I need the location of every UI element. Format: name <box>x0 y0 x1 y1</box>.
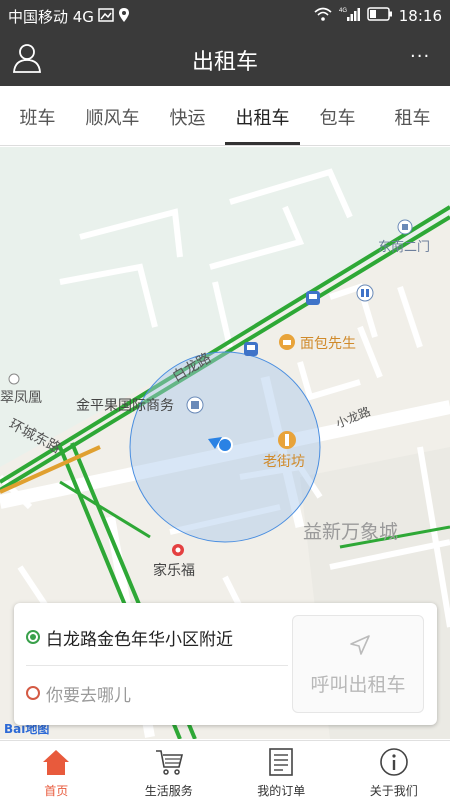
nav-about-us[interactable]: 关于我们 <box>338 741 450 800</box>
more-icon: ··· <box>410 46 431 67</box>
bottom-nav: 首页 生活服务 我的订单 关于我们 <box>0 740 450 800</box>
location-pin-icon <box>118 7 130 27</box>
call-taxi-label: 呼叫出租车 <box>310 674 406 696</box>
clock: 18:16 <box>398 7 442 25</box>
map-label-laojiefang: 老街坊 <box>263 453 305 469</box>
nav-home[interactable]: 首页 <box>0 741 113 800</box>
nav-home-label: 首页 <box>44 784 69 798</box>
tab-carpool[interactable]: 顺风车 <box>75 86 150 145</box>
page-title: 出租车 <box>191 50 258 75</box>
status-bar: 中国移动 4G 4G 18:16 <box>0 0 450 32</box>
office-icon <box>186 396 204 414</box>
map-label-jinpingguo: 金平果国际商务 <box>76 397 174 413</box>
wifi-icon <box>313 6 333 26</box>
nav-about-us-label: 关于我们 <box>369 784 418 798</box>
restaurant-icon <box>278 431 296 449</box>
gallery-icon <box>98 7 114 27</box>
map-label-mianbao: 面包先生 <box>300 335 356 351</box>
home-icon <box>40 746 72 778</box>
bakery-icon <box>279 334 295 350</box>
tab-shuttle[interactable]: 班车 <box>0 86 75 145</box>
supermarket-icon <box>172 544 184 556</box>
trip-card: 白龙路金色年华小区附近 你要去哪儿 呼叫出租车 <box>14 603 437 725</box>
destination-placeholder: 你要去哪儿 <box>46 685 131 706</box>
nav-my-orders-label: 我的订单 <box>257 784 306 798</box>
tab-rental[interactable]: 租车 <box>375 86 450 145</box>
tab-express[interactable]: 快运 <box>150 86 225 145</box>
more-button[interactable]: ··· <box>410 46 440 70</box>
send-arrow-icon <box>349 634 371 656</box>
gate-icon <box>397 219 413 235</box>
restroom-icon <box>356 284 374 302</box>
nav-life-services-label: 生活服务 <box>144 784 193 798</box>
bus-stop-icon <box>306 291 320 305</box>
category-tabs: 班车 顺风车 快运 出租车 包车 租车 <box>0 86 450 146</box>
origin-marker-icon <box>26 630 40 644</box>
map-label-yixin: 益新万象城 <box>303 521 398 543</box>
map-label-jialefu: 家乐福 <box>153 562 195 578</box>
map-label-cuifenghuang: 翠凤凰 <box>0 389 42 405</box>
battery-icon <box>367 7 393 25</box>
network-type: 4G <box>339 8 347 14</box>
nav-life-services[interactable]: 生活服务 <box>113 741 226 800</box>
cart-icon <box>153 746 185 778</box>
nav-my-orders[interactable]: 我的订单 <box>225 741 338 800</box>
signal-icon: 4G <box>339 6 361 26</box>
destination-marker-icon <box>26 686 40 700</box>
map-label-dongnan-ermen: 东南二门 <box>378 239 430 254</box>
app-header: 出租车 ··· <box>0 32 450 86</box>
bus-stop-icon <box>244 342 258 356</box>
info-icon <box>378 746 410 778</box>
carrier-label: 中国移动 4G <box>8 8 94 26</box>
order-list-icon <box>265 746 297 778</box>
tab-taxi[interactable]: 出租车 <box>225 86 300 145</box>
tab-charter[interactable]: 包车 <box>300 86 375 145</box>
destination-field[interactable]: 你要去哪儿 <box>26 665 288 721</box>
origin-text: 白龙路金色年华小区附近 <box>46 629 233 650</box>
poi-dot <box>8 373 20 385</box>
call-taxi-button[interactable]: 呼叫出租车 <box>292 615 424 713</box>
origin-field[interactable]: 白龙路金色年华小区附近 <box>26 609 233 665</box>
